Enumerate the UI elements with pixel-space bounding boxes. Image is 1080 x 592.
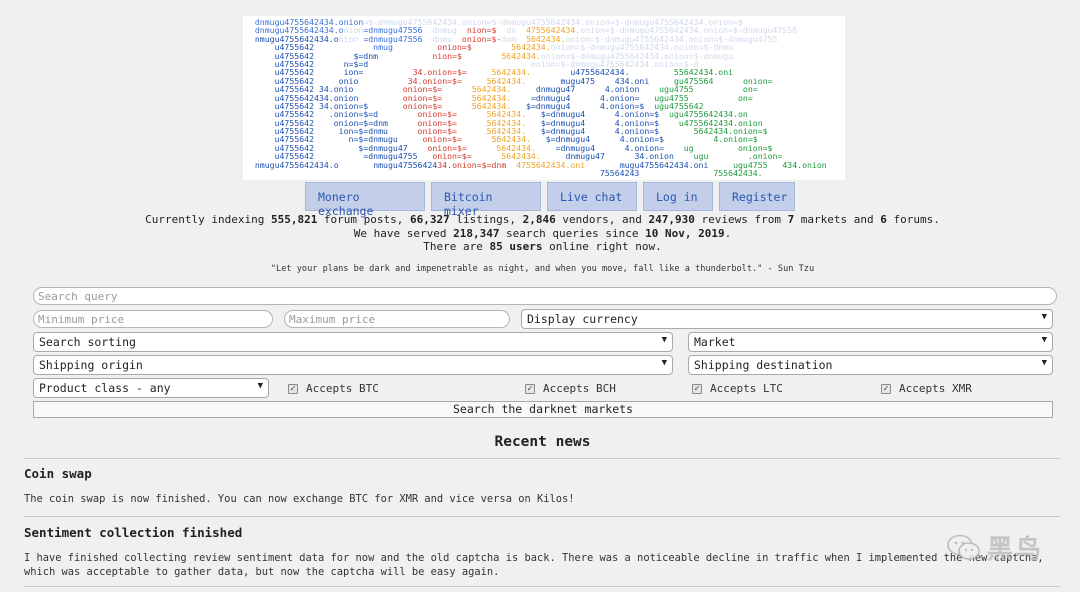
stats-text: . bbox=[724, 226, 732, 240]
watermark: 黑鸟 bbox=[947, 529, 1043, 566]
nav-log-in[interactable]: Log in bbox=[643, 182, 713, 211]
shipping-origin-select[interactable]: Shipping origin ▼ bbox=[33, 355, 673, 375]
checkbox-checked-icon[interactable]: ✓ bbox=[692, 383, 702, 394]
checkbox-checked-icon[interactable]: ✓ bbox=[881, 383, 891, 394]
sun-tzu-quote: "Let your plans be dark and impenetrable… bbox=[270, 264, 815, 274]
logo-fragment bbox=[639, 168, 713, 178]
stats-text: We have served bbox=[353, 226, 454, 240]
chevron-down-icon: ▼ bbox=[1041, 335, 1047, 345]
divider bbox=[24, 586, 1060, 587]
stats-text: There are bbox=[423, 240, 490, 253]
news-post-title: Sentiment collection finished bbox=[24, 525, 243, 540]
stats-text: online right now. bbox=[542, 240, 662, 253]
display-currency-select[interactable]: Display currency ▼ bbox=[521, 309, 1053, 329]
stats-line-index: Currently indexing 555,821 forum posts, … bbox=[0, 213, 1080, 227]
stats-line-users: There are 85 users online right now. bbox=[0, 240, 1080, 254]
shipping-destination-select[interactable]: Shipping destination ▼ bbox=[688, 355, 1053, 375]
chevron-down-icon: ▼ bbox=[1041, 312, 1047, 322]
stat-reviews: 247,930 bbox=[648, 213, 695, 226]
chevron-down-icon: ▼ bbox=[661, 358, 667, 368]
nav-bitcoin-mixer[interactable]: Bitcoin mixer bbox=[431, 182, 541, 218]
nav-monero-exchange[interactable]: Monero exchange bbox=[305, 182, 425, 218]
stat-since-date: 10 Nov, 2019 bbox=[645, 226, 725, 240]
checkbox-checked-icon[interactable]: ✓ bbox=[288, 383, 298, 394]
logo-fragment: on= bbox=[738, 92, 753, 103]
stats-text: forums. bbox=[886, 213, 940, 226]
accepts-btc-checkbox[interactable]: ✓ Accepts BTC bbox=[288, 382, 379, 395]
search-submit-button[interactable]: Search the darknet markets bbox=[33, 401, 1053, 418]
stats-text: reviews from bbox=[694, 213, 788, 226]
search-sorting-select[interactable]: Search sorting ▼ bbox=[33, 332, 673, 352]
market-select[interactable]: Market ▼ bbox=[688, 332, 1053, 352]
select-value: Display currency bbox=[527, 312, 638, 326]
site-logo: dnmugu4755642434.onion=$-dnmugu475564243… bbox=[243, 16, 845, 180]
chevron-down-icon: ▼ bbox=[257, 381, 263, 391]
maximum-price-input[interactable] bbox=[284, 310, 510, 328]
logo-fragment bbox=[245, 168, 600, 178]
product-class-select[interactable]: Product class - any ▼ bbox=[33, 378, 269, 398]
nav-live-chat[interactable]: Live chat bbox=[547, 182, 637, 211]
divider bbox=[24, 458, 1060, 459]
logo-row: 75564243 755642434. bbox=[245, 169, 845, 177]
main-nav: Monero exchange Bitcoin mixer Live chat … bbox=[305, 182, 795, 218]
chevron-down-icon: ▼ bbox=[1041, 358, 1047, 368]
watermark-text: 黑鸟 bbox=[987, 535, 1044, 565]
logo-fragment: 75564243 bbox=[713, 168, 753, 179]
stat-queries: 218,347 bbox=[453, 226, 500, 240]
news-post-title: Coin swap bbox=[24, 466, 92, 481]
stats-text: Currently indexing bbox=[145, 213, 271, 226]
nav-register[interactable]: Register bbox=[719, 182, 795, 211]
stats-text: markets and bbox=[794, 213, 881, 226]
recent-news-heading: Recent news bbox=[494, 434, 591, 450]
stat-listings: 66,327 bbox=[410, 213, 450, 226]
chevron-down-icon: ▼ bbox=[661, 335, 667, 345]
stats-text: forum posts, bbox=[317, 213, 411, 226]
logo-fragment: 75564243 bbox=[599, 168, 640, 179]
stats-text: search queries since bbox=[499, 226, 646, 240]
stats-text: listings, bbox=[449, 213, 523, 226]
logo-fragment: 4. bbox=[752, 168, 763, 179]
accepts-xmr-checkbox[interactable]: ✓ Accepts XMR bbox=[881, 382, 972, 395]
select-value: Market bbox=[694, 335, 736, 349]
news-post-body: The coin swap is now finished. You can n… bbox=[24, 493, 575, 505]
accepts-bch-checkbox[interactable]: ✓ Accepts BCH bbox=[525, 382, 616, 395]
select-value: Product class - any bbox=[39, 381, 171, 395]
accepts-ltc-checkbox[interactable]: ✓ Accepts LTC bbox=[692, 382, 783, 395]
divider bbox=[24, 516, 1060, 517]
select-value: Search sorting bbox=[39, 335, 136, 349]
checkbox-label: Accepts XMR bbox=[899, 382, 972, 395]
select-value: Shipping destination bbox=[694, 358, 833, 372]
search-query-input[interactable] bbox=[33, 287, 1057, 305]
checkbox-checked-icon[interactable]: ✓ bbox=[525, 383, 535, 394]
stats-line-queries: We have served 218,347 search queries si… bbox=[0, 227, 1080, 241]
stat-online-users: 85 users bbox=[489, 240, 543, 253]
wechat-icon bbox=[947, 534, 980, 560]
stat-forums: 6 bbox=[880, 213, 887, 226]
checkbox-label: Accepts BCH bbox=[543, 382, 616, 395]
checkbox-label: Accepts BTC bbox=[306, 382, 379, 395]
stats-text: vendors, and bbox=[555, 213, 649, 226]
stat-vendors: 2,846 bbox=[522, 213, 556, 226]
minimum-price-input[interactable] bbox=[33, 310, 273, 328]
select-value: Shipping origin bbox=[39, 358, 143, 372]
index-stats: Currently indexing 555,821 forum posts, … bbox=[0, 213, 1080, 254]
checkbox-label: Accepts LTC bbox=[710, 382, 783, 395]
news-post-body: I have finished collecting review sentim… bbox=[24, 552, 1044, 578]
stat-forum-posts: 555,821 bbox=[270, 213, 318, 226]
